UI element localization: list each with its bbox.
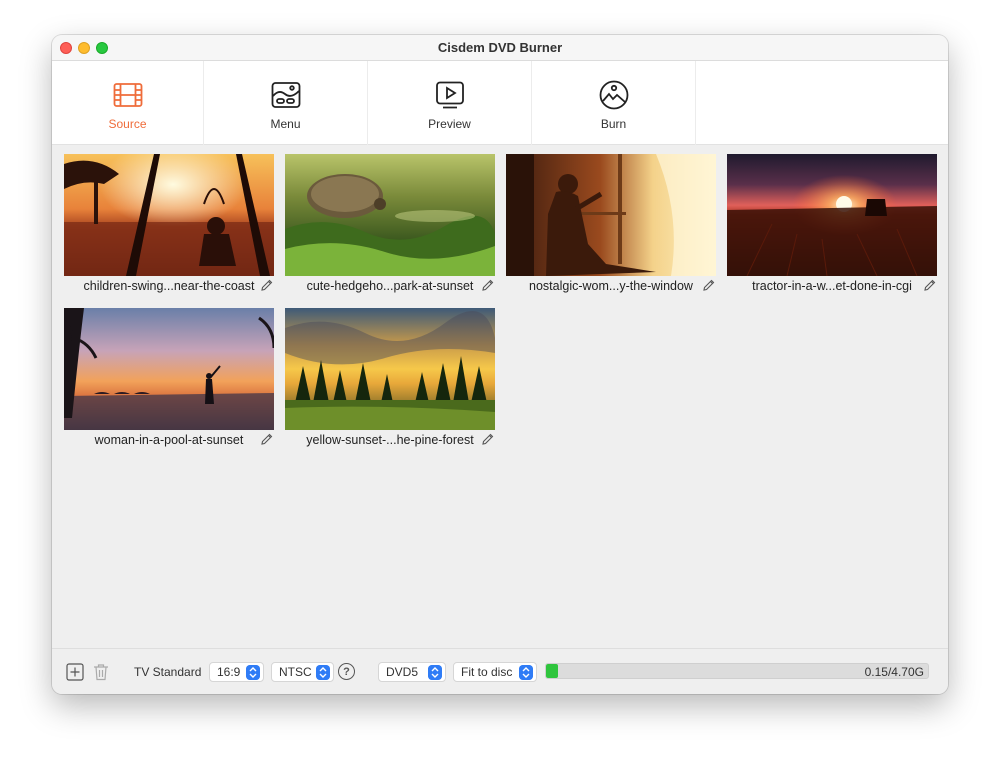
video-thumbnail[interactable] — [506, 154, 716, 276]
capacity-text: 0.15/4.70G — [864, 665, 924, 679]
close-window-button[interactable] — [60, 42, 72, 54]
video-name: nostalgic-wom...y-the-window — [529, 279, 693, 293]
video-caption: nostalgic-wom...y-the-window — [506, 276, 716, 296]
tv-standard-label: TV Standard — [134, 665, 202, 679]
video-item[interactable]: woman-in-a-pool-at-sunset — [64, 308, 274, 450]
chevron-updown-icon — [519, 665, 533, 680]
tab-preview-label: Preview — [428, 117, 471, 131]
source-video-grid: children-swing...near-the-coast cute-hed… — [52, 145, 948, 648]
fit-mode-value: Fit to disc — [461, 665, 513, 679]
video-thumbnail[interactable] — [285, 308, 495, 430]
capacity-fill — [546, 664, 559, 678]
play-monitor-icon — [435, 81, 464, 109]
pencil-icon[interactable] — [260, 432, 274, 446]
chevron-updown-icon — [246, 665, 260, 680]
pencil-icon[interactable] — [260, 278, 274, 292]
pencil-icon[interactable] — [923, 278, 937, 292]
chevron-updown-icon — [316, 665, 330, 680]
aspect-ratio-select[interactable]: 16:9 — [209, 662, 264, 682]
tab-preview[interactable]: Preview — [368, 61, 532, 145]
video-item[interactable]: yellow-sunset-...he-pine-forest — [285, 308, 495, 450]
tab-source[interactable]: Source — [52, 61, 204, 145]
disc-type-value: DVD5 — [386, 665, 419, 679]
video-name: cute-hedgeho...park-at-sunset — [306, 279, 474, 293]
zoom-window-button[interactable] — [96, 42, 108, 54]
add-icon[interactable] — [66, 663, 84, 681]
film-icon — [113, 83, 142, 107]
tab-source-label: Source — [108, 117, 147, 131]
video-name: yellow-sunset-...he-pine-forest — [306, 433, 474, 447]
tab-menu[interactable]: Menu — [204, 61, 368, 145]
video-item[interactable]: tractor-in-a-w...et-done-in-cgi — [727, 154, 937, 296]
pencil-icon[interactable] — [481, 432, 495, 446]
pencil-icon[interactable] — [481, 278, 495, 292]
menu-layout-icon — [271, 82, 300, 108]
video-caption: yellow-sunset-...he-pine-forest — [285, 430, 495, 450]
video-caption: cute-hedgeho...park-at-sunset — [285, 276, 495, 296]
tv-standard-select[interactable]: NTSC — [271, 662, 334, 682]
main-toolbar: Source Menu Preview Burn — [52, 61, 948, 145]
video-item[interactable]: cute-hedgeho...park-at-sunset — [285, 154, 495, 296]
disc-type-select[interactable]: DVD5 — [378, 662, 446, 682]
app-window: Cisdem DVD Burner Source Menu Preview Bu… — [52, 35, 948, 694]
chevron-updown-icon — [428, 665, 442, 680]
trash-icon[interactable] — [92, 663, 110, 681]
video-item[interactable]: children-swing...near-the-coast — [64, 154, 274, 296]
video-item[interactable]: nostalgic-wom...y-the-window — [506, 154, 716, 296]
window-title: Cisdem DVD Burner — [437, 40, 563, 55]
video-thumbnail[interactable] — [64, 308, 274, 430]
video-caption: children-swing...near-the-coast — [64, 276, 274, 296]
tab-burn-label: Burn — [600, 117, 627, 131]
pencil-icon[interactable] — [702, 278, 716, 292]
video-thumbnail[interactable] — [64, 154, 274, 276]
video-thumbnail[interactable] — [285, 154, 495, 276]
bottom-status-bar: TV Standard 16:9 NTSC ? DVD5 Fit to disc… — [52, 648, 948, 694]
title-bar: Cisdem DVD Burner — [52, 35, 948, 61]
tv-standard-value: NTSC — [279, 665, 312, 679]
aspect-ratio-value: 16:9 — [217, 665, 241, 679]
video-thumbnail[interactable] — [727, 154, 937, 276]
video-name: woman-in-a-pool-at-sunset — [94, 433, 244, 447]
disc-capacity-bar: 0.15/4.70G — [545, 663, 929, 679]
help-icon[interactable]: ? — [338, 663, 355, 680]
minimize-window-button[interactable] — [78, 42, 90, 54]
disc-icon — [599, 80, 628, 110]
video-caption: tractor-in-a-w...et-done-in-cgi — [727, 276, 937, 296]
fit-mode-select[interactable]: Fit to disc — [453, 662, 537, 682]
video-name: children-swing...near-the-coast — [83, 279, 255, 293]
tab-burn[interactable]: Burn — [532, 61, 696, 145]
tab-menu-label: Menu — [270, 117, 301, 131]
video-caption: woman-in-a-pool-at-sunset — [64, 430, 274, 450]
video-name: tractor-in-a-w...et-done-in-cgi — [752, 279, 912, 293]
